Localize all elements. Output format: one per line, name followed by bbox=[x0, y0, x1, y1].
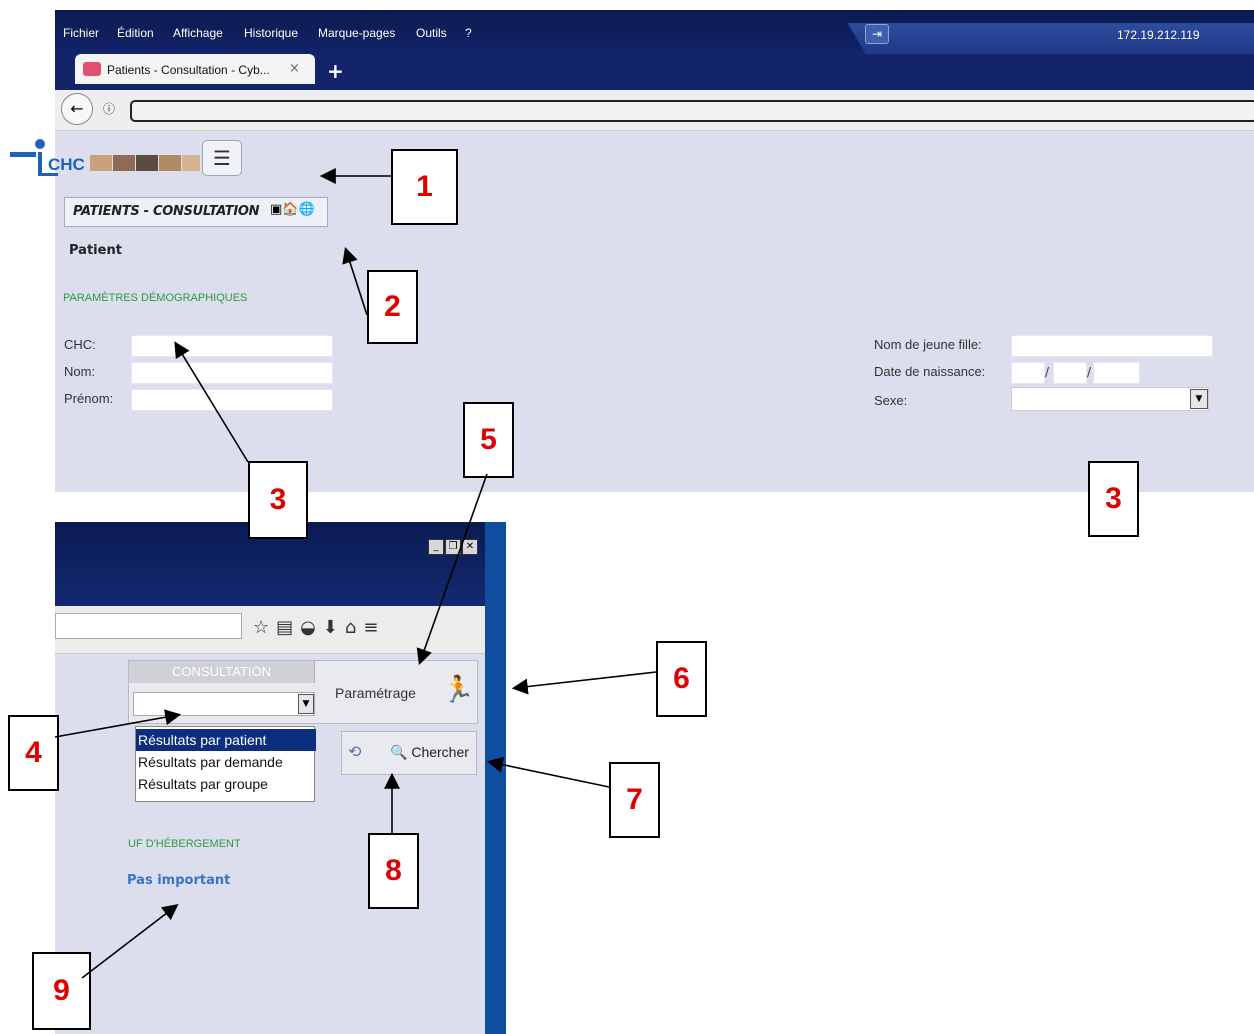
arrow-2 bbox=[342, 246, 368, 316]
arrow-7 bbox=[486, 756, 610, 788]
annotation-arrows bbox=[54, 168, 657, 979]
arrow-6 bbox=[511, 671, 657, 695]
arrow-4 bbox=[54, 709, 182, 738]
arrow-3 bbox=[174, 341, 249, 463]
arrow-9 bbox=[81, 904, 179, 979]
arrow-5 bbox=[416, 473, 488, 666]
